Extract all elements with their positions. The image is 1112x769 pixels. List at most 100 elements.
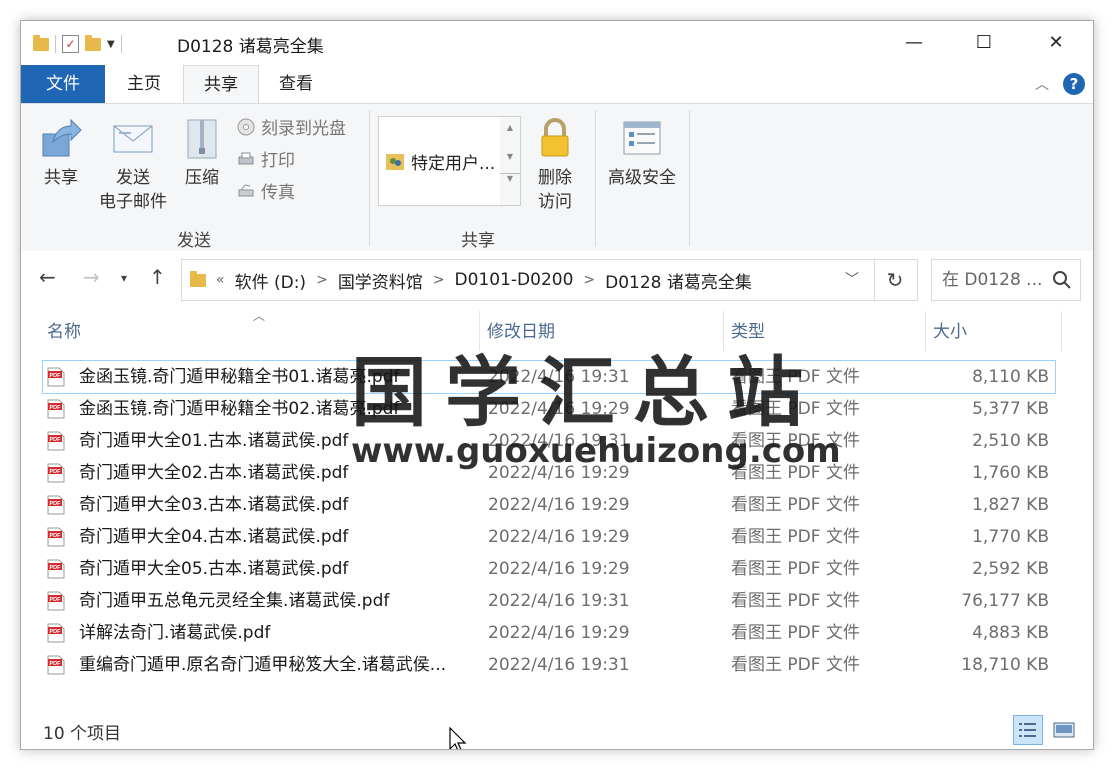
quick-access-toolbar: ✓ ▼ [33, 33, 122, 55]
fax-icon [238, 183, 254, 196]
file-size: 8,110 KB [972, 367, 1049, 387]
file-date: 2022/4/16 19:29 [488, 495, 630, 515]
svg-text:PDF: PDF [50, 373, 62, 379]
file-name: 详解法奇门.诸葛武侯.pdf [79, 623, 271, 643]
close-button[interactable]: ✕ [1033, 29, 1079, 57]
file-date: 2022/4/16 19:29 [488, 527, 630, 547]
details-view-icon[interactable] [1013, 715, 1043, 745]
security-list-icon [623, 121, 661, 155]
fax-button[interactable]: 传真 [237, 178, 295, 203]
share-group-label: 共享 [461, 231, 495, 251]
tab-home[interactable]: 主页 [109, 65, 179, 103]
file-size: 1,770 KB [972, 527, 1049, 547]
file-name: 奇门遁甲大全03.古本.诸葛武侯.pdf [79, 495, 349, 515]
help-icon[interactable]: ? [1063, 73, 1085, 95]
mouse-cursor-icon [449, 727, 467, 749]
specific-people-item[interactable]: 特定用户... [385, 149, 495, 174]
file-size: 1,827 KB [972, 495, 1049, 515]
advanced-security-label: 高级安全 [608, 168, 676, 188]
divider [55, 35, 56, 53]
tab-share[interactable]: 共享 [183, 65, 259, 103]
file-size: 5,377 KB [972, 399, 1049, 419]
share-button[interactable]: 共享 [35, 116, 87, 190]
customize-qat-icon[interactable]: ▼ [107, 39, 115, 50]
file-row[interactable]: PDF 奇门遁甲大全05.古本.诸葛武侯.pdf 2022/4/16 19:29… [43, 553, 1055, 585]
column-divider[interactable] [925, 311, 926, 351]
file-row[interactable]: PDF 奇门遁甲大全03.古本.诸葛武侯.pdf 2022/4/16 19:29… [43, 489, 1055, 521]
item-count: 10 个项目 [43, 724, 122, 744]
large-icons-view-icon[interactable] [1049, 715, 1079, 745]
file-type: 看图王 PDF 文件 [731, 591, 860, 611]
group-divider [689, 110, 690, 246]
minimize-button[interactable]: — [891, 29, 937, 57]
chevron-right-icon[interactable]: > [316, 272, 328, 288]
column-divider[interactable] [1061, 311, 1062, 351]
file-size: 76,177 KB [961, 591, 1049, 611]
properties-icon[interactable]: ✓ [62, 35, 79, 53]
breadcrumb-library[interactable]: 国学资料馆 [338, 268, 423, 293]
recent-locations-icon[interactable]: ▾ [121, 271, 127, 285]
email-button[interactable]: 发送 电子邮件 [93, 116, 173, 214]
group-divider [595, 110, 596, 246]
share-with-gallery[interactable]: 特定用户... [378, 116, 502, 206]
pdf-file-icon: PDF [47, 495, 65, 515]
ribbon-tabs: 文件 主页 共享 查看 ︿ ? [21, 65, 1093, 103]
watermark-title: 国学汇总站 [351, 348, 821, 437]
title-bar: ✓ ▼ D0128 诸葛亮全集 — ☐ ✕ [21, 21, 1093, 65]
pdf-file-icon: PDF [47, 367, 65, 387]
remove-access-button[interactable]: 删除 访问 [531, 116, 579, 214]
search-icon[interactable] [1052, 270, 1072, 290]
pdf-file-icon: PDF [47, 623, 65, 643]
file-name: 奇门遁甲五总龟元灵经全集.诸葛武侯.pdf [79, 591, 390, 611]
column-header-name[interactable]: 名称 [47, 317, 81, 342]
file-type: 看图王 PDF 文件 [731, 527, 860, 547]
search-box[interactable]: 在 D0128 ... [931, 259, 1081, 301]
navigation-bar: ← → ▾ ↑ « 软件 (D:) > 国学资料馆 > D0101-D0200 … [21, 251, 1093, 307]
tab-view[interactable]: 查看 [261, 65, 331, 103]
new-folder-icon[interactable] [85, 34, 101, 51]
breadcrumb-drive[interactable]: 软件 (D:) [235, 268, 307, 293]
pdf-file-icon: PDF [47, 399, 65, 419]
collapse-ribbon-icon[interactable]: ︿ [1035, 74, 1049, 94]
breadcrumb-current[interactable]: D0128 诸葛亮全集 [605, 268, 752, 293]
specific-people-label: 特定用户... [411, 154, 496, 174]
column-header-size[interactable]: 大小 [933, 317, 967, 342]
svg-text:PDF: PDF [50, 565, 62, 571]
chevron-down-icon[interactable]: ﹀ [830, 260, 874, 300]
svg-text:PDF: PDF [50, 405, 62, 411]
chevron-right-icon[interactable]: > [433, 272, 445, 288]
svg-text:PDF: PDF [50, 533, 62, 539]
back-arrow-icon[interactable]: ← [39, 265, 56, 289]
address-bar[interactable]: « 软件 (D:) > 国学资料馆 > D0101-D0200 > D0128 … [181, 259, 875, 301]
zip-label: 压缩 [185, 168, 219, 188]
ribbon-panel: 共享 发送 电子邮件 压缩 刻录到光盘 打印 传真 发送 特定用户... ▲ ▼… [21, 103, 1093, 253]
email-label-line1: 发送 [116, 168, 150, 188]
forward-arrow-icon[interactable]: → [83, 265, 100, 289]
file-row[interactable]: PDF 重编奇门遁甲.原名奇门遁甲秘笈大全.诸葛武侯... 2022/4/16 … [43, 649, 1055, 681]
pdf-file-icon: PDF [47, 431, 65, 451]
pdf-file-icon: PDF [47, 559, 65, 579]
zip-button[interactable]: 压缩 [179, 116, 225, 190]
refresh-icon[interactable]: ↻ [873, 259, 918, 301]
file-date: 2022/4/16 19:31 [488, 591, 630, 611]
file-name: 奇门遁甲大全05.古本.诸葛武侯.pdf [79, 559, 349, 579]
file-row[interactable]: PDF 奇门遁甲大全04.古本.诸葛武侯.pdf 2022/4/16 19:29… [43, 521, 1055, 553]
remove-access-line2: 访问 [538, 192, 572, 212]
gallery-scroll[interactable]: ▲ ▼ ▼ [500, 116, 521, 206]
file-row[interactable]: PDF 详解法奇门.诸葛武侯.pdf 2022/4/16 19:29 看图王 P… [43, 617, 1055, 649]
maximize-button[interactable]: ☐ [961, 29, 1007, 57]
svg-text:PDF: PDF [50, 661, 62, 667]
view-switcher [1013, 715, 1079, 745]
fax-label: 传真 [261, 183, 295, 203]
file-date: 2022/4/16 19:31 [488, 655, 630, 675]
chevron-right-icon[interactable]: > [583, 272, 595, 288]
up-arrow-icon[interactable]: ↑ [149, 265, 166, 289]
print-button[interactable]: 打印 [237, 146, 295, 171]
explorer-window: ✓ ▼ D0128 诸葛亮全集 — ☐ ✕ 文件 主页 共享 查看 ︿ ? 共享 [20, 20, 1094, 750]
advanced-security-button[interactable]: 高级安全 [601, 116, 683, 190]
tab-file[interactable]: 文件 [21, 65, 105, 103]
breadcrumb-overflow[interactable]: « [216, 272, 225, 288]
breadcrumb-range[interactable]: D0101-D0200 [455, 270, 574, 290]
burn-disc-button[interactable]: 刻录到光盘 [237, 114, 346, 139]
file-row[interactable]: PDF 奇门遁甲五总龟元灵经全集.诸葛武侯.pdf 2022/4/16 19:3… [43, 585, 1055, 617]
